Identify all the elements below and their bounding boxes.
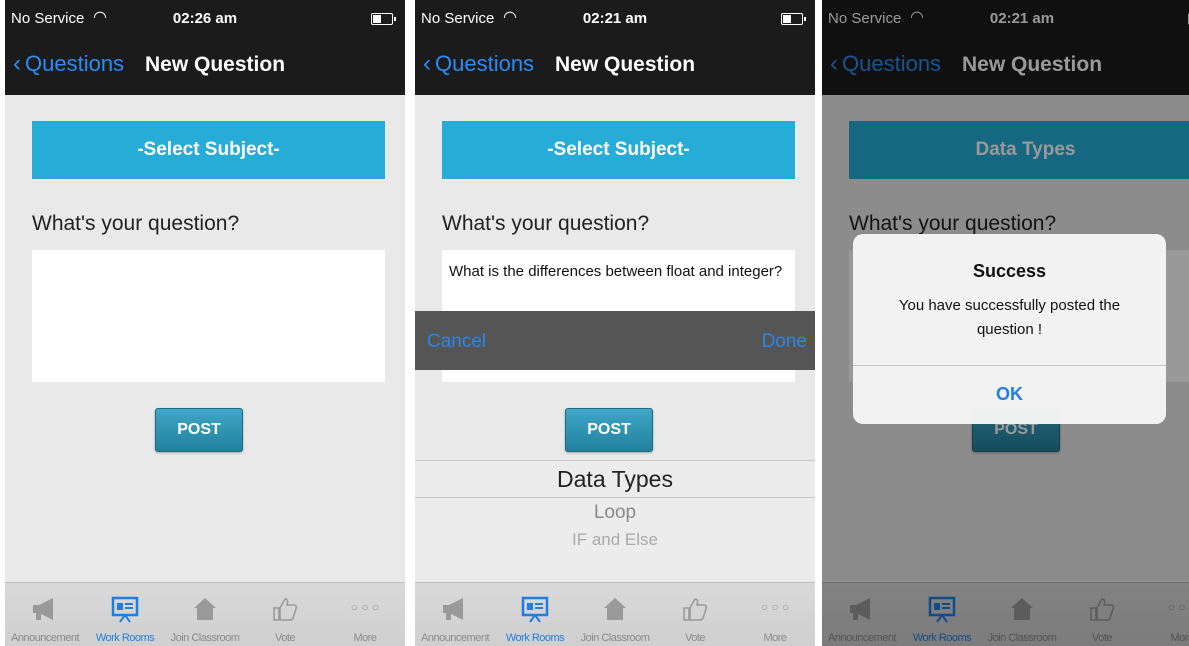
nav-bar: ‹ Questions New Question <box>5 40 405 95</box>
back-label: Questions <box>25 51 125 76</box>
tab-bar: Announcement Work Rooms Join Classroom V… <box>5 582 405 646</box>
alert-message: You have successfully posted the questio… <box>898 297 1121 338</box>
tab-more[interactable]: ○ ○ ○ More <box>325 583 405 646</box>
picker-option[interactable]: Loop <box>415 502 815 524</box>
alert-divider <box>853 365 1166 366</box>
select-subject-button[interactable]: -Select Subject- <box>442 121 795 179</box>
tab-label: More <box>763 632 787 644</box>
done-button[interactable]: Done <box>762 331 807 353</box>
alert-title: Success <box>972 261 1047 281</box>
post-button[interactable]: POST <box>565 408 653 452</box>
picker-option[interactable]: IF and Else <box>415 530 815 550</box>
question-label: What's your question? <box>32 212 240 235</box>
question-label: What's your question? <box>442 212 650 235</box>
screen-new-question-picker: No Service ◠ 02:21 am ‹ Questions New Que… <box>415 0 815 646</box>
status-bar: No Service ◠ 02:26 am <box>5 0 405 40</box>
presentation-board-icon <box>85 591 165 623</box>
picker-toolbar: Cancel Done <box>415 311 815 370</box>
tab-label: Announcement <box>11 632 80 644</box>
question-textarea[interactable] <box>32 250 385 382</box>
back-label: Questions <box>435 51 535 76</box>
subject-picker[interactable]: Data Types Loop IF and Else <box>415 460 815 582</box>
tab-label: Work Rooms <box>95 632 155 644</box>
house-icon <box>165 591 245 623</box>
page-title: New Question <box>555 53 696 76</box>
screen-new-question-empty: No Service ◠ 02:26 am ‹ Questions New Que… <box>5 0 405 646</box>
house-icon <box>575 591 655 623</box>
tab-more[interactable]: ○ ○ ○ More <box>735 583 815 646</box>
tab-work-rooms[interactable]: Work Rooms <box>495 583 575 646</box>
tab-announcement[interactable]: Announcement <box>5 583 85 646</box>
tab-label: Vote <box>684 632 706 644</box>
battery-icon <box>781 13 806 25</box>
tab-bar: Announcement Work Rooms Join Classroom V… <box>415 582 815 646</box>
ok-button[interactable]: OK <box>853 384 1166 405</box>
tab-label: Work Rooms <box>505 632 565 644</box>
tab-vote[interactable]: Vote <box>655 583 735 646</box>
success-alert: Success You have successfully posted the… <box>853 234 1166 424</box>
more-dots-icon: ○ ○ ○ <box>760 600 790 614</box>
page-title: New Question <box>145 53 286 76</box>
back-button[interactable]: ‹ Questions <box>13 50 124 78</box>
megaphone-icon <box>415 591 495 623</box>
tab-join-classroom[interactable]: Join Classroom <box>575 583 655 646</box>
tab-join-classroom[interactable]: Join Classroom <box>165 583 245 646</box>
chevron-left-icon: ‹ <box>423 50 431 77</box>
chevron-left-icon: ‹ <box>13 50 21 77</box>
tab-label: More <box>353 632 377 644</box>
question-text: What is the differences between float an… <box>449 263 783 280</box>
megaphone-icon <box>5 591 85 623</box>
battery-icon <box>371 13 396 25</box>
more-dots-icon: ○ ○ ○ <box>350 600 380 614</box>
screen-new-question-success: No Service ◠ 02:21 am ‹ Questions New Que… <box>822 0 1189 646</box>
status-bar: No Service ◠ 02:21 am <box>415 0 815 40</box>
tab-label: Join Classroom <box>170 632 240 644</box>
back-button[interactable]: ‹ Questions <box>423 50 534 78</box>
tab-vote[interactable]: Vote <box>245 583 325 646</box>
clock: 02:26 am <box>172 10 238 27</box>
cancel-button[interactable]: Cancel <box>427 331 486 353</box>
tab-label: Vote <box>274 632 296 644</box>
tab-label: Join Classroom <box>580 632 650 644</box>
post-button[interactable]: POST <box>155 408 243 452</box>
presentation-board-icon <box>495 591 575 623</box>
picker-option-selected[interactable]: Data Types <box>415 466 815 493</box>
tab-label: Announcement <box>421 632 490 644</box>
select-subject-button[interactable]: -Select Subject- <box>32 121 385 179</box>
tab-work-rooms[interactable]: Work Rooms <box>85 583 165 646</box>
nav-bar: ‹ Questions New Question <box>415 40 815 95</box>
clock: 02:21 am <box>582 10 648 27</box>
thumbs-up-icon <box>245 591 325 623</box>
tab-announcement[interactable]: Announcement <box>415 583 495 646</box>
thumbs-up-icon <box>655 591 735 623</box>
